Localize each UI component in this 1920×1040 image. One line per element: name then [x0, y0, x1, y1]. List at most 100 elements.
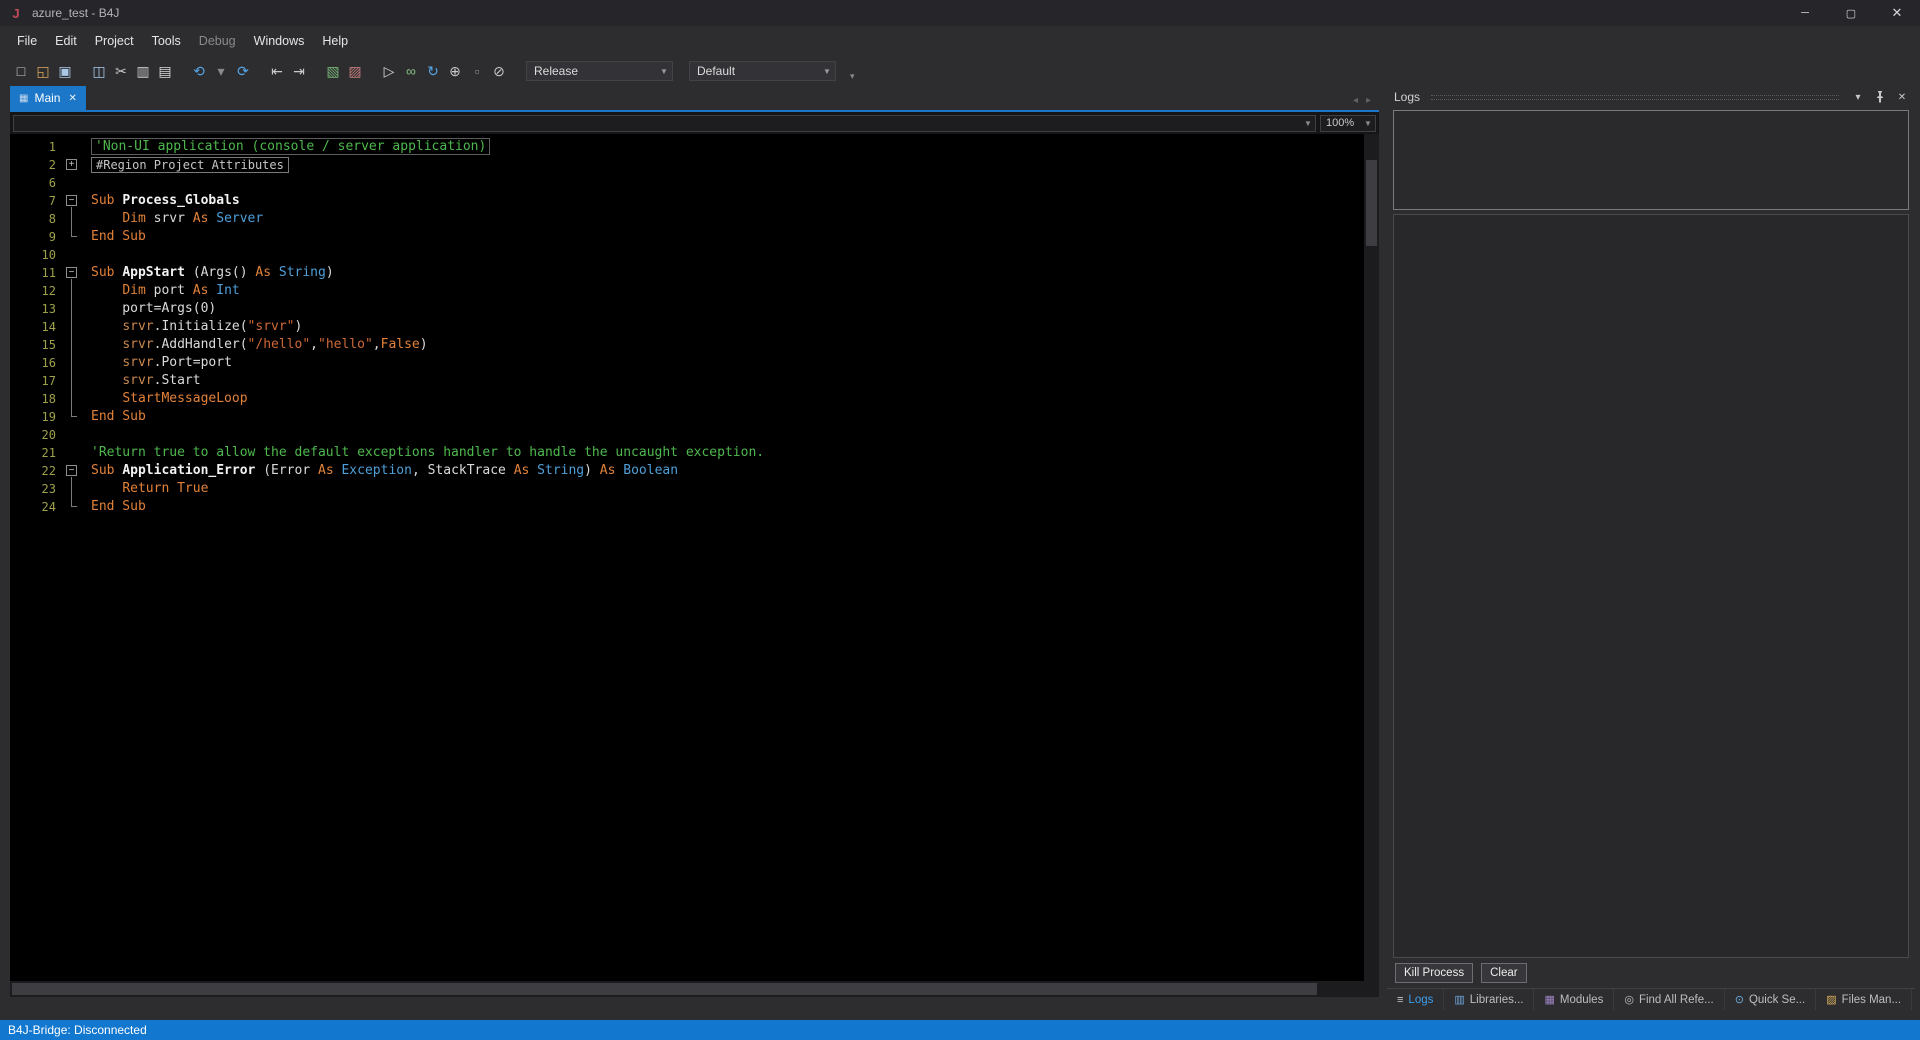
line-number[interactable]: 1	[10, 138, 65, 156]
code-area[interactable]: 1 'Non-UI application (console / server a…	[10, 134, 1379, 981]
fold-collapse-icon[interactable]: −	[65, 192, 81, 210]
comment-icon[interactable]: ▧	[322, 60, 344, 82]
logs-output-main[interactable]	[1393, 214, 1909, 958]
code-line[interactable]: 20	[10, 426, 1379, 444]
menu-edit[interactable]: Edit	[46, 29, 86, 53]
menu-help[interactable]: Help	[313, 29, 357, 53]
line-number[interactable]: 9	[10, 228, 65, 246]
line-number[interactable]: 6	[10, 174, 65, 192]
panel-tab-libraries[interactable]: ▥ Libraries...	[1444, 989, 1535, 1010]
code-line[interactable]: 22− Sub Application_Error (Error As Excep…	[10, 462, 1379, 480]
line-number[interactable]: 8	[10, 210, 65, 228]
vertical-scrollbar[interactable]	[1364, 134, 1379, 981]
minimize-button[interactable]: ─	[1782, 0, 1828, 26]
code-line[interactable]: 15 srvr.AddHandler("/hello","hello",Fals…	[10, 336, 1379, 354]
code-line[interactable]: 21 'Return true to allow the default exce…	[10, 444, 1379, 462]
build-config-dropdown[interactable]: Release ▼	[526, 61, 673, 81]
toolbar-overflow-icon[interactable]: ▾	[850, 71, 855, 86]
line-number[interactable]: 19	[10, 408, 65, 426]
line-number[interactable]: 2	[10, 156, 65, 174]
code-line[interactable]: 19 End Sub	[10, 408, 1379, 426]
fold-collapse-icon[interactable]: −	[65, 264, 81, 282]
code-line[interactable]: 9 End Sub	[10, 228, 1379, 246]
code-line[interactable]: 7− Sub Process_Globals	[10, 192, 1379, 210]
uncomment-icon[interactable]: ▨	[344, 60, 366, 82]
maximize-button[interactable]: ▢	[1828, 0, 1874, 26]
new-file-icon[interactable]: □	[10, 60, 32, 82]
undo-icon[interactable]: ⟲	[188, 60, 210, 82]
code-line[interactable]: 6	[10, 174, 1379, 192]
tab-close-icon[interactable]: ✕	[68, 93, 76, 104]
horizontal-scrollbar[interactable]	[10, 981, 1379, 997]
code-line[interactable]: 14 srvr.Initialize("srvr")	[10, 318, 1379, 336]
code-line[interactable]: 13 port=Args(0)	[10, 300, 1379, 318]
menu-file[interactable]: File	[8, 29, 46, 53]
line-number[interactable]: 22	[10, 462, 65, 480]
line-number[interactable]: 14	[10, 318, 65, 336]
next-sub-icon[interactable]: ⇥	[288, 60, 310, 82]
code-line[interactable]: 8 Dim srvr As Server	[10, 210, 1379, 228]
menu-project[interactable]: Project	[86, 29, 143, 53]
run-config-dropdown[interactable]: Default ▼	[689, 61, 836, 81]
line-number[interactable]: 23	[10, 480, 65, 498]
fold-collapse-icon[interactable]: −	[65, 462, 81, 480]
tab-main[interactable]: ▦ Main ✕	[10, 86, 86, 110]
panel-tab-quick-se[interactable]: ⊙ Quick Se...	[1725, 989, 1817, 1010]
menu-tools[interactable]: Tools	[143, 29, 190, 53]
cut-icon[interactable]: ✂	[110, 60, 132, 82]
code-line[interactable]: 17 srvr.Start	[10, 372, 1379, 390]
sub-navigator-dropdown[interactable]: ▼	[13, 114, 1316, 132]
code-line[interactable]: 18 StartMessageLoop	[10, 390, 1379, 408]
clear-button[interactable]: Clear	[1481, 963, 1527, 983]
previous-sub-icon[interactable]: ⇤	[266, 60, 288, 82]
pin-icon[interactable]	[1872, 91, 1888, 103]
line-number[interactable]: 16	[10, 354, 65, 372]
line-number[interactable]: 12	[10, 282, 65, 300]
code-line[interactable]: 11− Sub AppStart (Args() As String)	[10, 264, 1379, 282]
line-number[interactable]: 13	[10, 300, 65, 318]
logs-output-top[interactable]	[1393, 110, 1909, 210]
line-number[interactable]: 24	[10, 498, 65, 516]
panel-tab-logs[interactable]: ≡ Logs	[1387, 989, 1445, 1010]
save-all-icon[interactable]: ◫	[88, 60, 110, 82]
tab-scroll-right-icon[interactable]: ▸	[1366, 95, 1371, 106]
line-number[interactable]: 18	[10, 390, 65, 408]
menu-debug[interactable]: Debug	[190, 29, 245, 53]
stop-icon[interactable]: ▫	[466, 60, 488, 82]
panel-tab-modules[interactable]: ▦ Modules	[1534, 989, 1615, 1010]
window-position-icon[interactable]: ▾	[1850, 92, 1866, 103]
line-number[interactable]: 10	[10, 246, 65, 264]
breakpoints-icon[interactable]: ⊘	[488, 60, 510, 82]
redo-icon[interactable]: ⟳	[232, 60, 254, 82]
designer-icon[interactable]: ⊕	[444, 60, 466, 82]
connect-icon[interactable]: ∞	[400, 60, 422, 82]
horizontal-scrollbar-thumb[interactable]	[12, 983, 1317, 995]
line-number[interactable]: 7	[10, 192, 65, 210]
open-project-icon[interactable]: ◱	[32, 60, 54, 82]
run-icon[interactable]: ▷	[378, 60, 400, 82]
code-line[interactable]: 16 srvr.Port=port	[10, 354, 1379, 372]
tab-scroll-left-icon[interactable]: ◂	[1353, 95, 1358, 106]
code-line[interactable]: 1 'Non-UI application (console / server a…	[10, 138, 1379, 156]
fold-expand-icon[interactable]: +	[65, 156, 81, 174]
undo-history-caret-icon[interactable]: ▾	[210, 60, 232, 82]
vertical-scrollbar-thumb[interactable]	[1366, 160, 1377, 246]
kill-process-button[interactable]: Kill Process	[1395, 963, 1474, 983]
code-line[interactable]: 10	[10, 246, 1379, 264]
line-number[interactable]: 11	[10, 264, 65, 282]
line-number[interactable]: 15	[10, 336, 65, 354]
copy-icon[interactable]: ▥	[132, 60, 154, 82]
code-line[interactable]: 2 + #Region Project Attributes	[10, 156, 1379, 174]
save-icon[interactable]: ▣	[54, 60, 76, 82]
line-number[interactable]: 21	[10, 444, 65, 462]
close-icon[interactable]: ✕	[1894, 92, 1910, 103]
code-line[interactable]: 23 Return True	[10, 480, 1379, 498]
paste-icon[interactable]: ▤	[154, 60, 176, 82]
line-number[interactable]: 17	[10, 372, 65, 390]
panel-tab-files-man[interactable]: ▨ Files Man...	[1816, 989, 1913, 1010]
sync-icon[interactable]: ↻	[422, 60, 444, 82]
code-line[interactable]: 24 End Sub	[10, 498, 1379, 516]
menu-windows[interactable]: Windows	[245, 29, 314, 53]
line-number[interactable]: 20	[10, 426, 65, 444]
code-line[interactable]: 12 Dim port As Int	[10, 282, 1379, 300]
